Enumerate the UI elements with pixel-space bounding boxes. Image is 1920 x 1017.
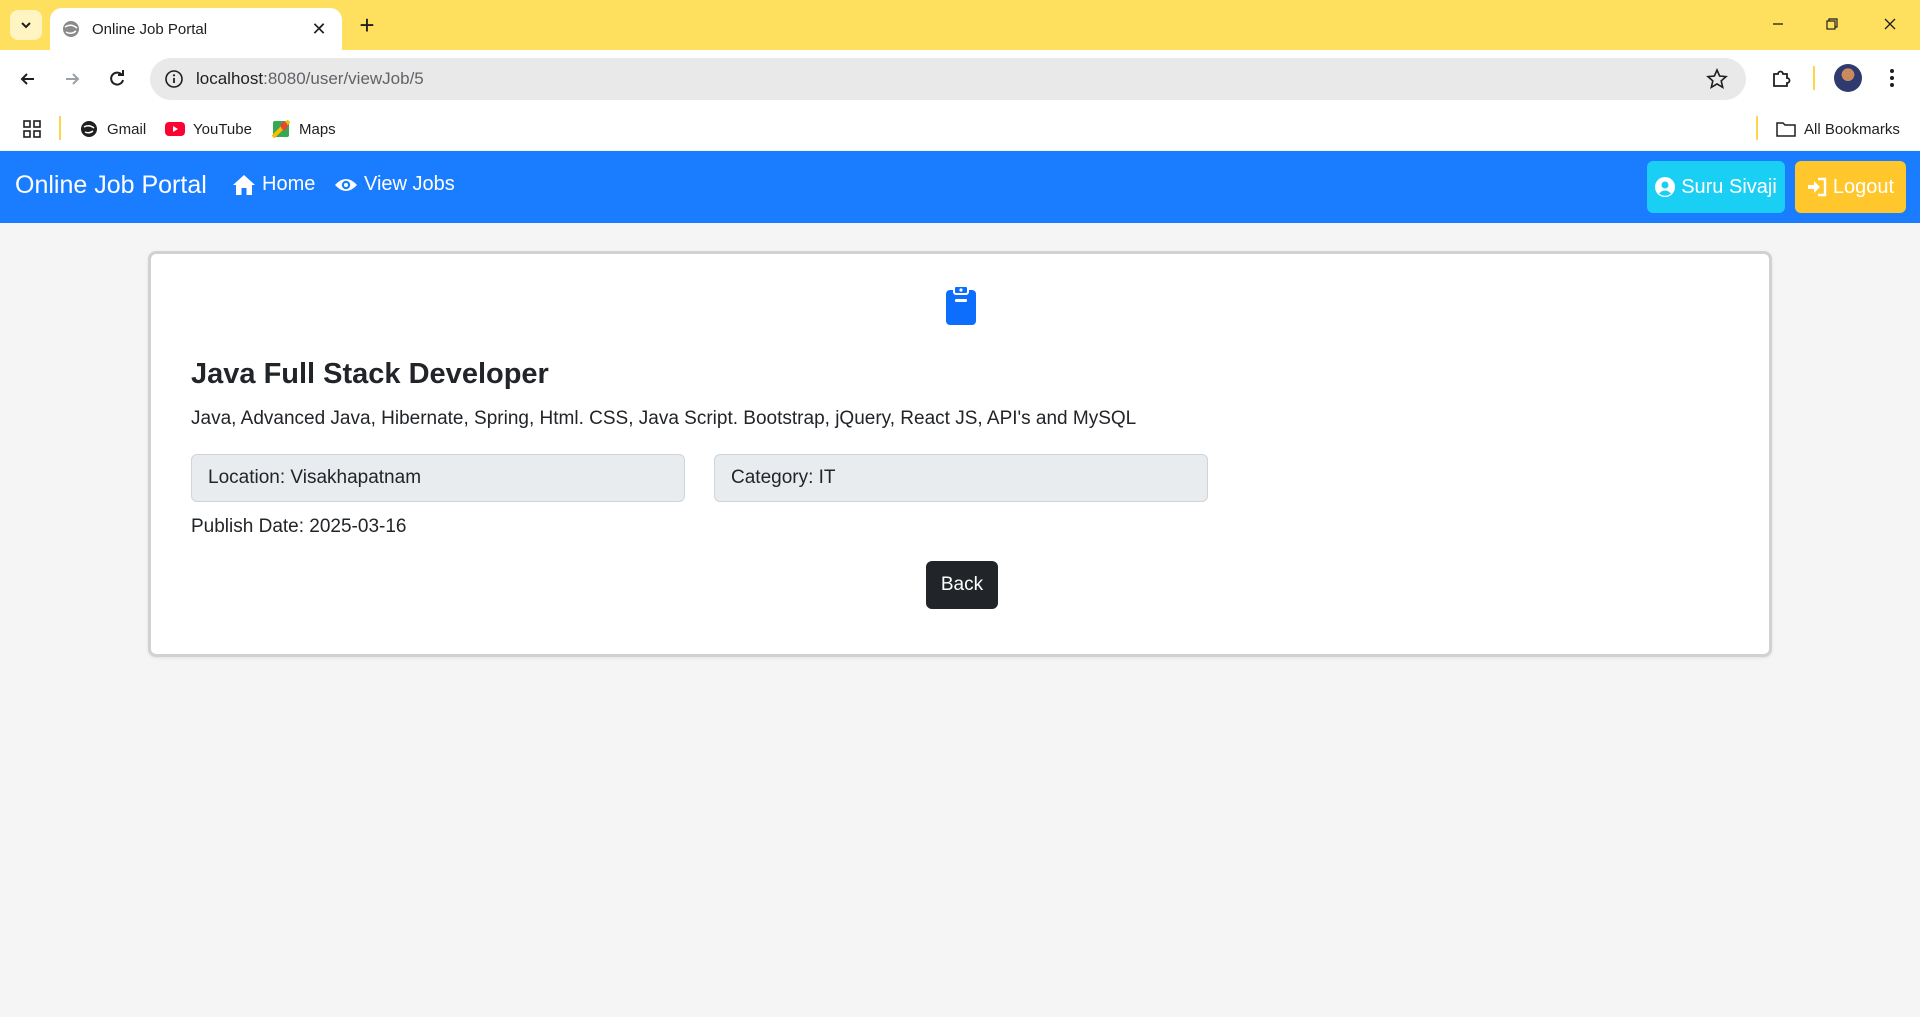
globe-icon [63,21,79,37]
location-field: Location: Visakhapatnam [191,454,685,502]
youtube-icon [165,119,185,139]
clipboard-icon [946,285,976,325]
apps-button[interactable] [22,116,42,142]
tab-search-button[interactable] [10,10,42,40]
back-nav-button[interactable] [12,63,44,95]
more-vertical-icon [1890,69,1894,87]
extensions-button[interactable] [1766,62,1796,94]
sign-in-icon [1807,177,1827,197]
browser-tab-bar: Online Job Portal ✕ + [0,0,1920,50]
bookmark-label: Gmail [107,120,147,138]
user-profile-button[interactable]: Suru Sivaji [1647,161,1785,213]
browser-toolbar: localhost:8080/user/viewJob/5 [0,50,1920,108]
bookmarks-divider-right [1756,116,1758,140]
main-content: Java Full Stack Developer Java, Advanced… [0,223,1920,1017]
category-field: Category: IT [714,454,1208,502]
all-bookmarks-button[interactable]: All Bookmarks [1776,116,1900,142]
folder-icon [1776,119,1796,139]
nav-view-jobs[interactable]: View Jobs [334,173,455,196]
job-description: Java, Advanced Java, Hibernate, Spring, … [191,408,1137,429]
profile-avatar[interactable] [1834,64,1862,92]
tab-title: Online Job Portal [92,20,208,38]
close-tab-icon[interactable]: ✕ [308,18,330,40]
bookmark-youtube[interactable]: YouTube [165,116,252,142]
job-detail-card: Java Full Stack Developer Java, Advanced… [148,251,1772,657]
apps-grid-icon [23,120,41,138]
all-bookmarks-label: All Bookmarks [1804,120,1900,138]
nav-home-label: Home [262,173,316,195]
app-navbar: Online Job Portal Home View Jobs Suru Si… [0,151,1920,223]
user-circle-icon [1655,177,1676,197]
puzzle-icon [1773,70,1791,87]
brand-link[interactable]: Online Job Portal [15,171,207,200]
new-tab-button[interactable]: + [352,10,382,40]
browser-tab[interactable]: Online Job Portal ✕ [50,8,342,50]
chevron-down-icon [21,22,31,29]
bookmark-label: Maps [299,120,336,138]
restore-button[interactable] [1810,8,1854,40]
eye-icon [335,178,357,191]
gmail-icon [79,119,99,139]
back-button[interactable]: Back [926,561,998,609]
bookmarks-divider [59,116,61,140]
home-icon [233,174,255,195]
bookmark-maps[interactable]: Maps [271,116,336,142]
forward-nav-button[interactable] [56,63,88,95]
nav-view-jobs-label: View Jobs [364,173,455,195]
user-name-label: Suru Sivaji [1681,175,1777,198]
star-icon[interactable] [1706,68,1728,90]
bookmarks-bar: Gmail YouTube Maps All Bookmarks [0,108,1920,150]
close-icon [1884,18,1896,30]
url-host: localhost [196,69,264,88]
nav-home[interactable]: Home [232,173,315,196]
browser-menu-button[interactable] [1880,64,1904,92]
minimize-icon [1773,23,1783,25]
publish-date: Publish Date: 2025-03-16 [191,516,407,537]
reload-icon [110,70,124,86]
logout-label: Logout [1832,175,1895,198]
url-path: :8080/user/viewJob/5 [263,69,424,88]
restore-icon [1826,18,1838,30]
arrow-right-icon [66,73,80,85]
arrow-left-icon [20,73,34,85]
logout-button[interactable]: Logout [1795,161,1906,213]
toolbar-divider [1813,66,1815,90]
close-window-button[interactable] [1868,8,1912,40]
address-bar[interactable]: localhost:8080/user/viewJob/5 [150,58,1746,100]
minimize-button[interactable] [1756,8,1800,40]
bookmark-label: YouTube [193,120,252,138]
job-title: Java Full Stack Developer [191,358,549,390]
reload-button[interactable] [101,63,133,95]
bookmark-gmail[interactable]: Gmail [79,116,146,142]
info-icon [165,70,183,88]
maps-icon [271,119,291,139]
